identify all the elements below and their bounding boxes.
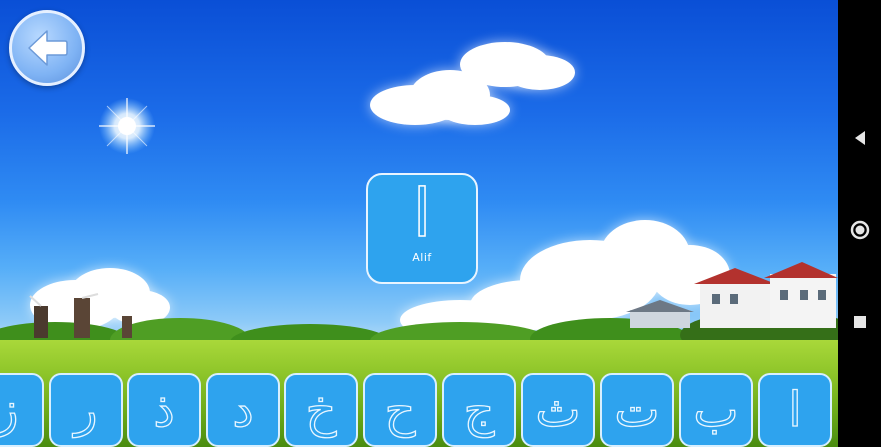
letter-tile[interactable]: ز (0, 373, 44, 447)
letter-tile-glyph: ز (0, 385, 19, 434)
nav-home-button[interactable] (838, 210, 881, 250)
nav-recents-button[interactable] (838, 302, 881, 342)
current-letter-glyph: ا (412, 175, 432, 252)
square-recents-icon (853, 316, 866, 328)
letter-tile[interactable]: ب (679, 373, 753, 447)
letter-tile-glyph: خ (305, 382, 337, 438)
sun-icon (99, 98, 155, 154)
letter-tile-glyph: ب (693, 382, 739, 438)
letter-tile[interactable]: ت (600, 373, 674, 447)
back-button[interactable] (9, 10, 85, 86)
letter-tile-glyph: ر (74, 382, 98, 438)
letter-tile[interactable]: د (206, 373, 280, 447)
triangle-back-icon (854, 131, 865, 145)
letter-tile-glyph: ت (614, 382, 660, 438)
letter-tile[interactable]: ذ (127, 373, 201, 447)
arrow-left-icon (28, 30, 68, 66)
circle-home-icon (850, 220, 869, 240)
windmill-left (29, 293, 132, 338)
current-letter-name: Alif (412, 251, 432, 264)
current-letter-card[interactable]: ا Alif (366, 173, 478, 284)
houses (626, 262, 838, 328)
letter-tile[interactable]: خ (284, 373, 358, 447)
letter-tile[interactable]: ح (363, 373, 437, 447)
letter-tile[interactable]: ا (758, 373, 832, 447)
letter-tile-glyph: ذ (153, 382, 176, 438)
system-navigation-bar (838, 0, 881, 447)
letter-tile-glyph: ج (463, 382, 495, 438)
letter-tile-glyph: ا (788, 382, 803, 438)
letter-tile-row: ز ر ذ د خ ح ج ث ت ب ا (0, 373, 838, 447)
nav-back-button[interactable] (838, 118, 881, 158)
letter-tile[interactable]: ث (521, 373, 595, 447)
letter-tile[interactable]: ج (442, 373, 516, 447)
letter-tile-glyph: د (232, 382, 255, 438)
letter-tile[interactable]: ر (49, 373, 123, 447)
letter-tile-glyph: ح (384, 382, 416, 438)
app-screen: ا Alif ز ر ذ د خ ح ج ث ت ب ا (0, 0, 881, 447)
letter-tile-glyph: ث (535, 382, 581, 438)
